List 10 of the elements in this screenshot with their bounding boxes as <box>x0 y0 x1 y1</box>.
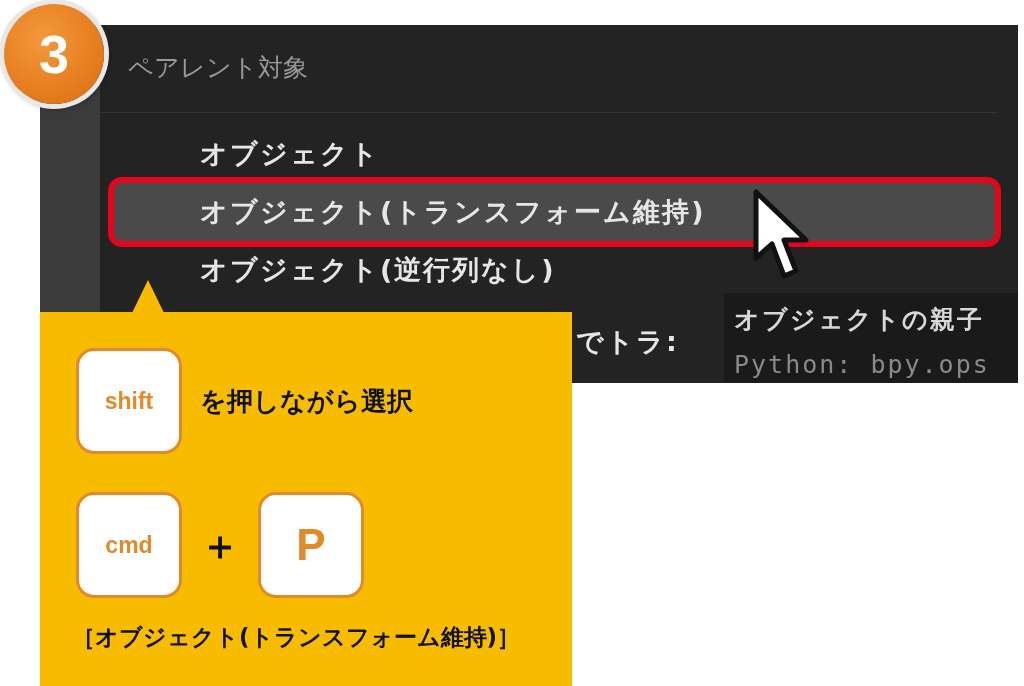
instruction-text: を押しながら選択 <box>200 384 413 418</box>
key-cap: cmd <box>76 492 182 598</box>
tooltip-text: Python: bpy.ops <box>734 350 991 379</box>
key-cap: P <box>258 492 364 598</box>
caption-text: ［オブジェクト(トランスフォーム維持)］ <box>72 623 522 652</box>
plus-sign: ＋ <box>200 520 240 570</box>
tooltip-text: オブジェクトの親子 <box>734 304 985 336</box>
key-cap: shift <box>76 348 182 454</box>
menu-item[interactable]: オブジェクト <box>114 125 995 183</box>
menu-item[interactable]: オブジェクト(逆行列なし) <box>114 241 995 299</box>
